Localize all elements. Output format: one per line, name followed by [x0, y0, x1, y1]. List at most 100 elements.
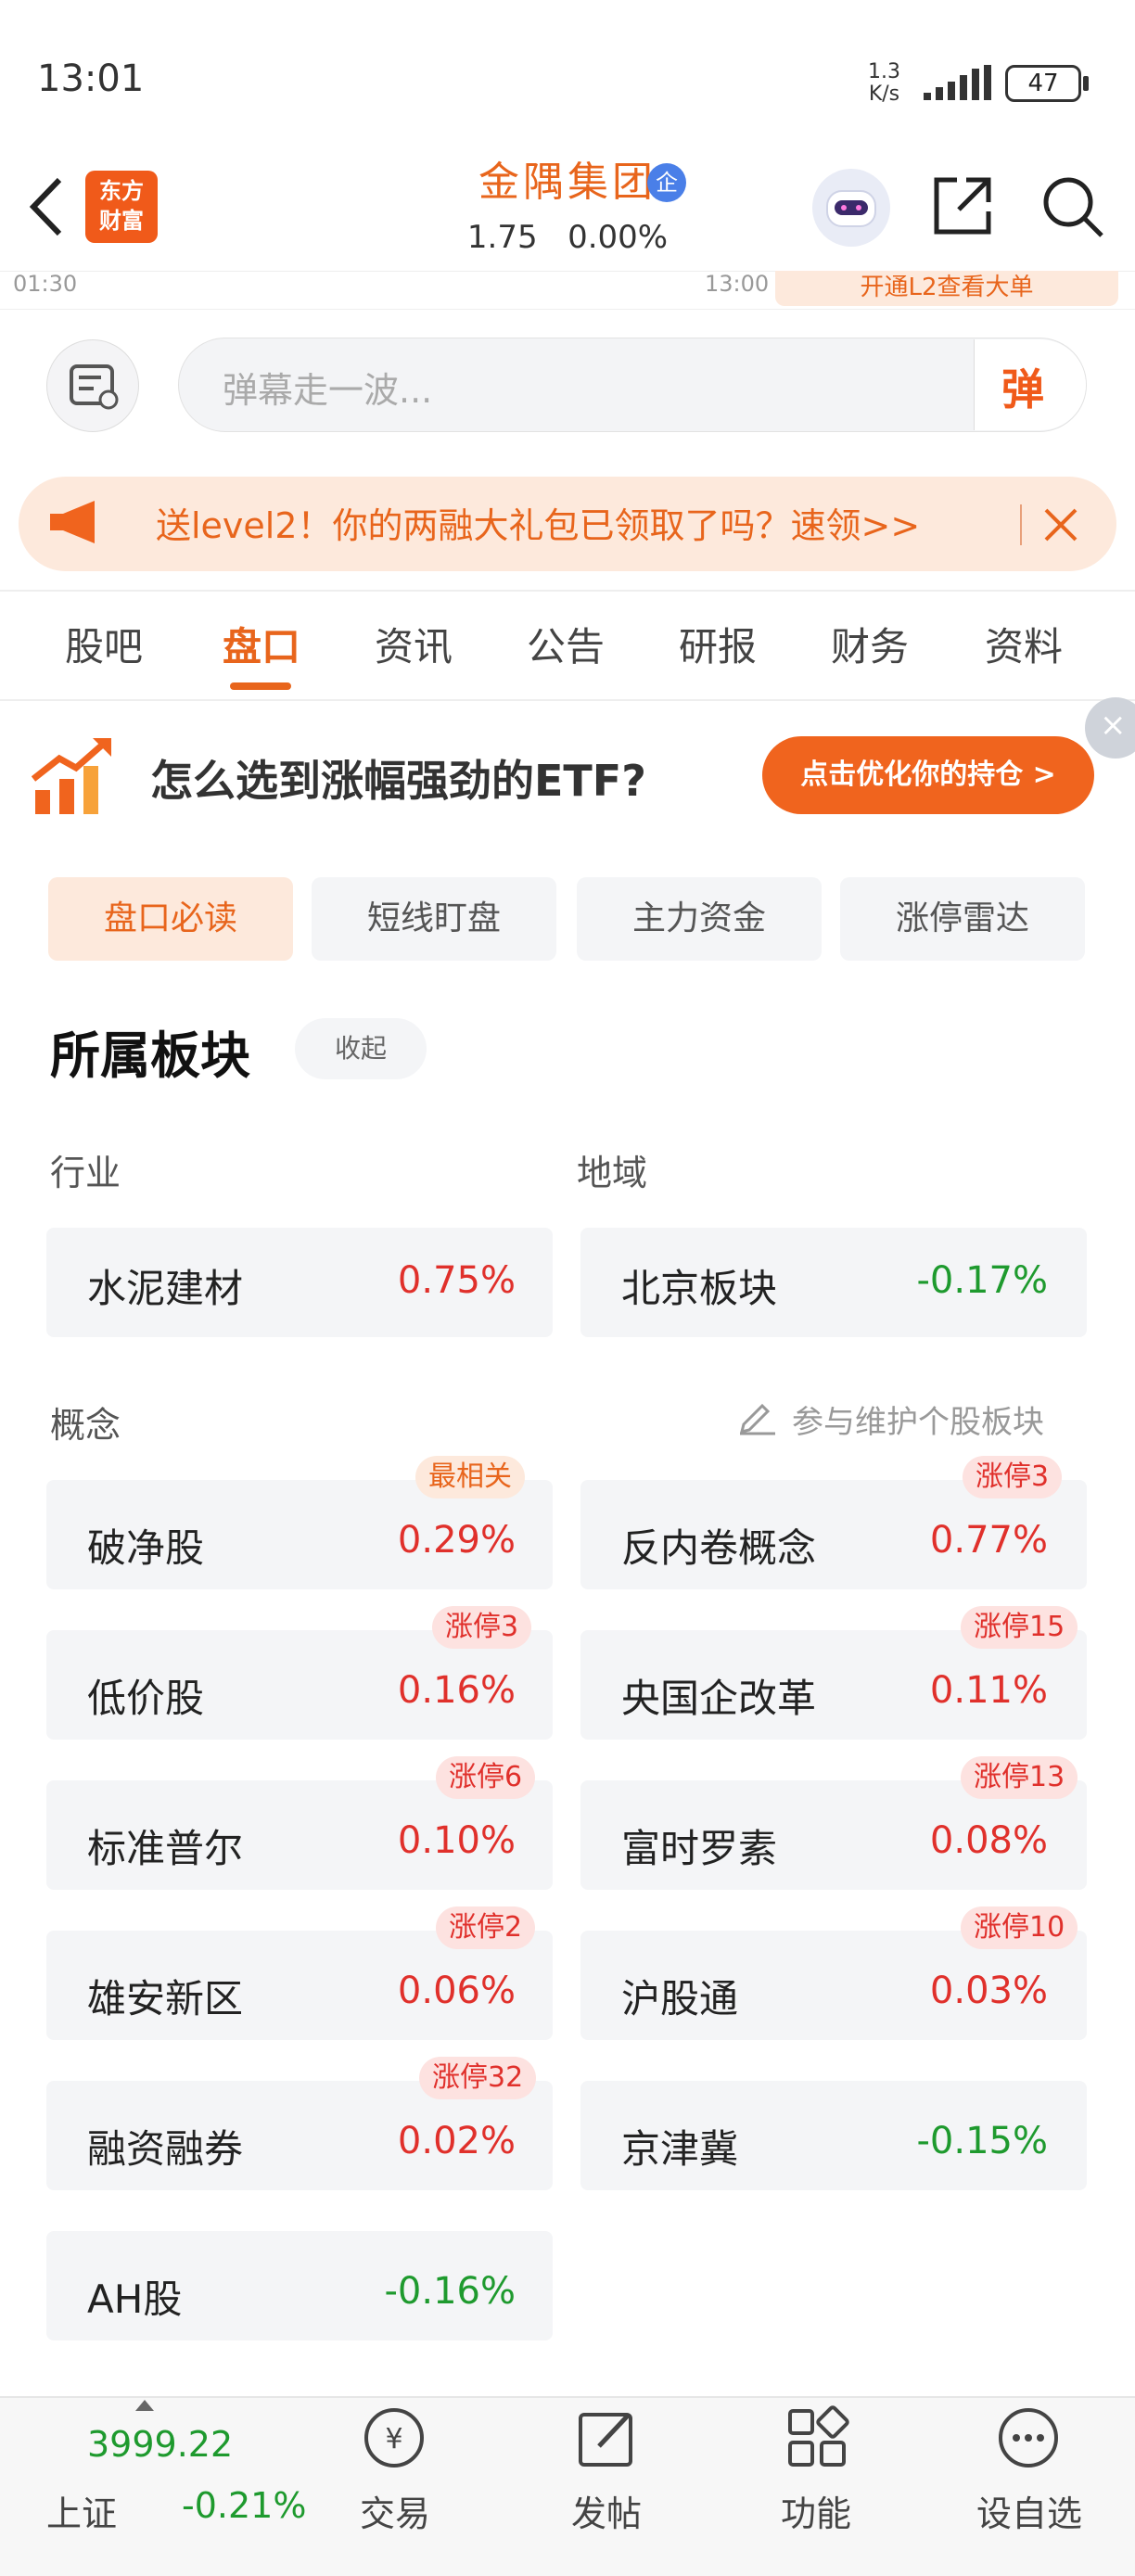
promo-close-icon[interactable] — [1039, 503, 1083, 547]
svg-text:¥: ¥ — [385, 2423, 402, 2455]
sector-change: 0.11% — [929, 1669, 1048, 1712]
stock-change: 0.00% — [568, 219, 669, 256]
danmu-settings-button[interactable] — [46, 339, 139, 432]
index-change: -0.21% — [182, 2485, 307, 2526]
index-name: 上证 — [46, 2493, 118, 2534]
sector-name: 富时罗素 — [621, 1826, 778, 1871]
l2-promo-text: 开通L2查看大单 — [860, 274, 1034, 301]
sector-name: 低价股 — [87, 1676, 205, 1721]
sector-change: 0.75% — [397, 1259, 516, 1302]
sector-change: 0.03% — [929, 1970, 1048, 2012]
collapse-button[interactable]: 收起 — [295, 1018, 427, 1079]
danmu-placeholder: 弹幕走一波... — [223, 370, 433, 411]
limit-up-badge: 涨停3 — [432, 1606, 532, 1649]
tab-profile[interactable]: 资料 — [985, 616, 1063, 672]
section-title: 所属板块 — [50, 1027, 250, 1085]
sector-name: 京津冀 — [621, 2126, 739, 2172]
net-speed: 1.3 K/s — [868, 61, 900, 106]
sector-change: -0.16% — [384, 2270, 516, 2313]
more-dots-icon[interactable] — [996, 2405, 1061, 2470]
limit-up-badge: 涨停32 — [419, 2057, 537, 2099]
functions-grid-icon[interactable] — [784, 2405, 849, 2470]
post-edit-icon[interactable] — [575, 2405, 640, 2470]
timeline-right-time: 13:00 — [705, 271, 770, 297]
sector-name: 央国企改革 — [621, 1676, 817, 1721]
sector-change: 0.02% — [397, 2120, 516, 2162]
tab-guba[interactable]: 股吧 — [65, 616, 143, 672]
index-value[interactable]: 3999.22 — [87, 2424, 233, 2465]
sector-name: 水泥建材 — [87, 1266, 244, 1311]
share-icon[interactable] — [929, 172, 996, 239]
danmu-button-label: 弹 — [1001, 364, 1044, 414]
sector-change: -0.15% — [916, 2120, 1048, 2162]
sector-name: 沪股通 — [621, 1976, 739, 2021]
divider — [0, 590, 1135, 592]
timeline-left-time: 01:30 — [13, 271, 78, 297]
ad-headline: 怎么选到涨幅强劲的ETF? — [150, 756, 646, 806]
stock-price: 1.75 — [466, 219, 538, 256]
sector-name: 融资融券 — [87, 2126, 244, 2172]
sector-change: 0.08% — [929, 1819, 1048, 1862]
tab-research[interactable]: 研报 — [679, 616, 757, 672]
sector-change: 0.10% — [397, 1819, 516, 1862]
sector-name: AH股 — [87, 2276, 183, 2322]
growth-chart-icon — [32, 738, 111, 814]
assistant-robot-icon[interactable] — [812, 169, 890, 247]
sector-name: 北京板块 — [621, 1266, 778, 1311]
limit-up-badge: 涨停10 — [961, 1906, 1078, 1949]
sector-change: 0.77% — [929, 1519, 1048, 1562]
tab-pankou[interactable]: 盘口 — [223, 616, 300, 672]
ad-cta-button[interactable]: 点击优化你的持仓 > — [762, 736, 1094, 814]
divider — [0, 699, 1135, 701]
search-icon[interactable] — [1039, 172, 1105, 239]
promo-text[interactable]: 送level2！你的两融大礼包已领取了吗？速领>> — [156, 497, 920, 548]
nav-post[interactable]: 发帖 — [532, 2485, 681, 2536]
sector-name: 破净股 — [87, 1525, 205, 1571]
region-label: 地域 — [577, 1153, 648, 1193]
expand-up-icon[interactable] — [132, 2398, 158, 2413]
sector-change: 0.29% — [397, 1519, 516, 1562]
sector-name: 反内卷概念 — [621, 1525, 817, 1571]
concept-label: 概念 — [50, 1405, 121, 1446]
subtab-limit-up-radar[interactable]: 涨停雷达 — [840, 877, 1085, 961]
limit-up-badge: 涨停13 — [961, 1756, 1078, 1799]
battery-icon: 47 — [1005, 65, 1081, 102]
l2-promo-strip[interactable]: 开通L2查看大单 — [775, 271, 1118, 306]
danmu-settings-icon — [70, 364, 119, 410]
relevance-badge: 最相关 — [415, 1456, 525, 1498]
stock-name-text: 金隅集团 — [478, 159, 657, 206]
net-speed-unit: K/s — [868, 83, 900, 106]
sector-name: 标准普尔 — [87, 1826, 244, 1871]
net-speed-value: 1.3 — [868, 60, 900, 83]
limit-up-badge: 涨停2 — [436, 1906, 536, 1949]
subtab-short-term[interactable]: 短线盯盘 — [312, 877, 556, 961]
tab-announcement[interactable]: 公告 — [527, 616, 605, 672]
active-tab-indicator — [230, 682, 291, 690]
battery-cap — [1083, 76, 1089, 91]
ad-close-icon[interactable]: × — [1085, 697, 1135, 759]
subtab-must-read[interactable]: 盘口必读 — [48, 877, 293, 961]
limit-up-badge: 涨停6 — [436, 1756, 536, 1799]
sector-change: 0.16% — [397, 1669, 516, 1712]
tab-news[interactable]: 资讯 — [375, 616, 453, 672]
sector-name: 雄安新区 — [87, 1976, 244, 2021]
trade-icon[interactable]: ¥ — [362, 2405, 427, 2470]
nav-functions[interactable]: 功能 — [742, 2485, 890, 2536]
enterprise-badge: 企 — [647, 163, 686, 202]
sector-change: -0.17% — [916, 1259, 1048, 1302]
limit-up-badge: 涨停3 — [963, 1456, 1063, 1498]
nav-add-watchlist[interactable]: 设自选 — [955, 2485, 1103, 2536]
promo-separator — [1020, 504, 1022, 545]
tab-finance[interactable]: 财务 — [831, 616, 909, 672]
robot-face-icon — [826, 190, 876, 227]
signal-icon — [924, 65, 991, 100]
status-time: 13:01 — [37, 57, 145, 100]
limit-up-badge: 涨停15 — [961, 1606, 1078, 1649]
maintain-sectors-link[interactable]: 参与维护个股板块 — [792, 1396, 1044, 1442]
subtab-main-funds[interactable]: 主力资金 — [577, 877, 822, 961]
edit-pencil-icon[interactable] — [736, 1395, 777, 1435]
industry-label: 行业 — [50, 1153, 121, 1193]
nav-trade[interactable]: 交易 — [321, 2485, 469, 2536]
sector-change: 0.06% — [397, 1970, 516, 2012]
megaphone-icon — [50, 501, 95, 543]
